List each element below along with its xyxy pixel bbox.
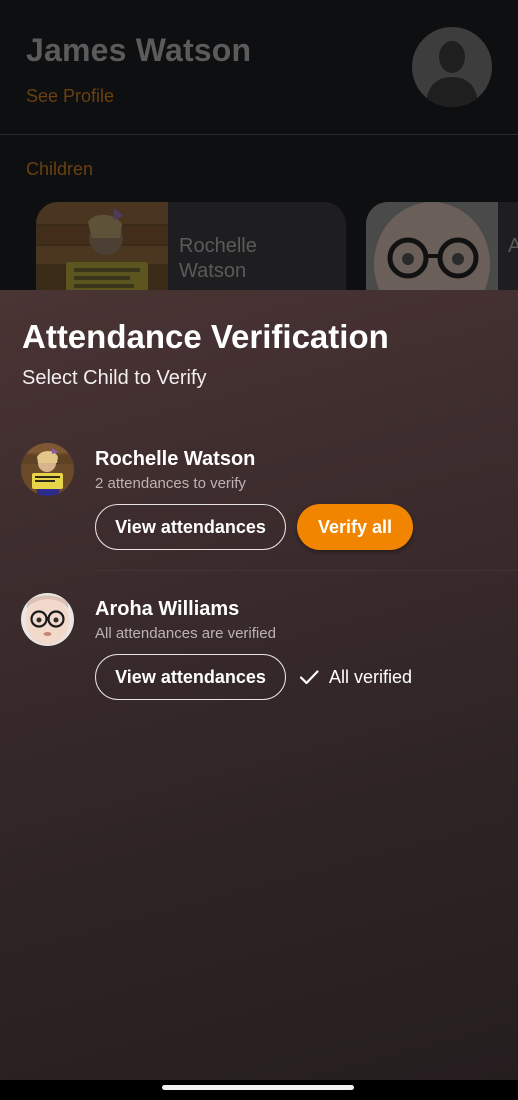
children-section-label: Children: [26, 159, 94, 179]
app-screen: James Watson See Profile Children Rochel…: [0, 0, 518, 1100]
attendance-verification-sheet: Attendance Verification Select Child to …: [0, 290, 518, 1080]
avatar: [21, 443, 74, 496]
header-divider: [0, 134, 518, 135]
view-attendances-button[interactable]: View attendances: [95, 654, 286, 700]
attendance-status: All attendances are verified: [95, 625, 276, 642]
person-silhouette-icon[interactable]: [412, 27, 492, 107]
sheet-subtitle: Select Child to Verify: [22, 367, 207, 389]
sheet-title: Attendance Verification: [22, 318, 389, 355]
profile-background: James Watson See Profile Children Rochel…: [0, 0, 518, 322]
view-attendances-button[interactable]: View attendances: [95, 504, 286, 550]
verify-all-button[interactable]: Verify all: [297, 504, 413, 550]
system-nav-bar: [0, 1080, 518, 1100]
child-card-name: Aroha Williams: [508, 235, 518, 257]
all-verified-label: All verified: [329, 666, 413, 687]
profile-name: James Watson: [26, 32, 252, 68]
checkmark-icon: [299, 670, 319, 685]
child-card-name: Rochelle Watson: [179, 235, 257, 282]
see-profile-link[interactable]: See Profile: [26, 86, 114, 107]
all-verified-indicator: All verified: [298, 654, 412, 700]
child-name: Aroha Williams: [95, 598, 240, 620]
avatar: [21, 593, 74, 646]
attendance-status: 2 attendances to verify: [95, 475, 246, 492]
home-indicator[interactable]: [162, 1085, 354, 1090]
row-divider: [95, 570, 518, 571]
child-name: Rochelle Watson: [95, 448, 256, 470]
